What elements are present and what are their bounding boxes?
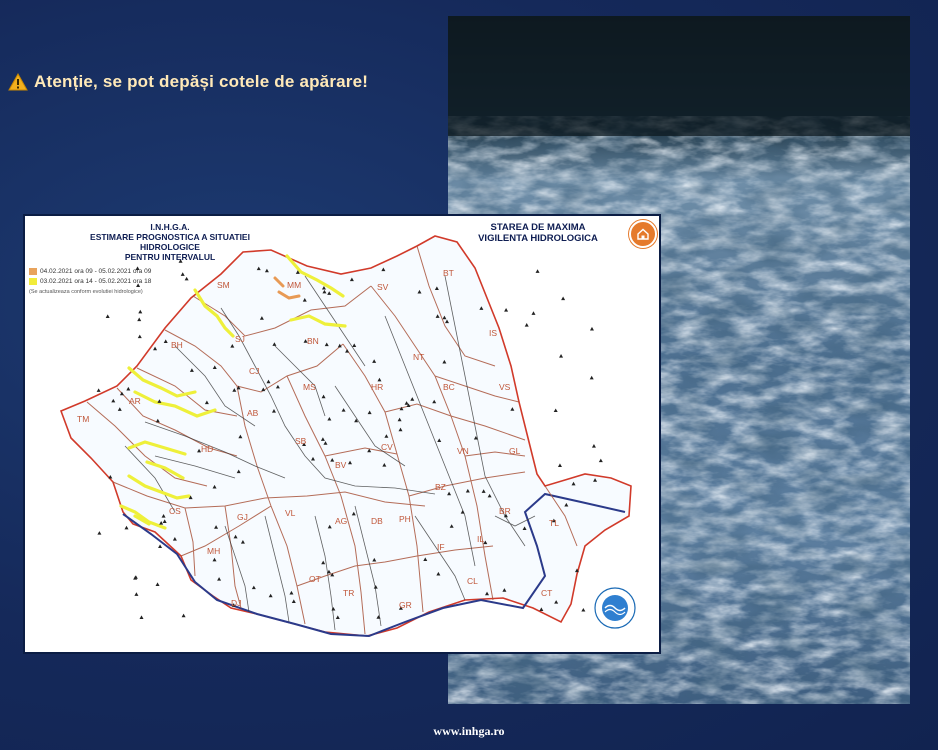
county-label: HD — [201, 444, 214, 454]
county-label: NT — [413, 352, 425, 362]
legend-label-yellow: 03.02.2021 ora 14 - 05.02.2021 ora 18 — [40, 277, 152, 285]
county-label: BR — [499, 506, 511, 516]
county-label: MM — [287, 280, 302, 290]
county-label: BV — [335, 460, 347, 470]
hydrological-forecast-map: I.N.H.G.A. ESTIMARE PROGNOSTICA A SITUAT… — [24, 215, 660, 653]
home-button[interactable] — [629, 220, 657, 248]
county-label: BT — [443, 268, 454, 278]
county-label: GR — [399, 600, 412, 610]
map-title: I.N.H.G.A. ESTIMARE PROGNOSTICA A SITUAT… — [65, 222, 275, 262]
county-label: TM — [77, 414, 90, 424]
map-org: I.N.H.G.A. — [150, 222, 190, 232]
county-label: IS — [489, 328, 498, 338]
footer-url[interactable]: www.inhga.ro — [0, 724, 938, 739]
legend-swatch-orange — [29, 267, 37, 275]
county-label: DB — [371, 516, 383, 526]
county-label: TR — [343, 588, 355, 598]
county-label: IF — [437, 542, 445, 552]
county-label: CV — [381, 442, 393, 452]
county-label: CS — [169, 506, 181, 516]
county-label: IL — [477, 534, 485, 544]
county-label: SV — [377, 282, 389, 292]
county-label: CT — [541, 588, 553, 598]
county-label: BH — [171, 340, 183, 350]
county-label: BN — [307, 336, 319, 346]
county-label: TL — [549, 518, 559, 528]
county-label: BZ — [435, 482, 446, 492]
county-label: PH — [399, 514, 411, 524]
home-icon — [637, 228, 649, 240]
county-label: AR — [129, 396, 141, 406]
legend-label-orange: 04.02.2021 ora 09 - 05.02.2021 ora 09 — [40, 267, 152, 275]
county-label: OT — [309, 574, 321, 584]
county-label: SJ — [235, 334, 245, 344]
legend-swatch-yellow — [29, 277, 37, 285]
county-label: MS — [303, 382, 316, 392]
county-label: BC — [443, 382, 455, 392]
county-label: SB — [295, 436, 307, 446]
county-label: VS — [499, 382, 511, 392]
county-label: CJ — [249, 366, 260, 376]
status-line1: STAREA DE MAXIMA — [490, 222, 586, 233]
legend-item-yellow: 03.02.2021 ora 14 - 05.02.2021 ora 18 — [29, 276, 151, 286]
county-label: AG — [335, 516, 348, 526]
county-label: GJ — [237, 512, 248, 522]
county-label: HR — [371, 382, 384, 392]
warning-triangle-icon — [8, 72, 28, 91]
alert-banner: Atenție, se pot depăși cotele de apărare… — [8, 72, 368, 92]
map-status: STAREA DE MAXIMA VIGILENTA HIDROLOGICA — [453, 222, 623, 244]
map-legend: 04.02.2021 ora 09 - 05.02.2021 ora 09 03… — [29, 266, 151, 295]
map-title-line2: PENTRU INTERVALUL — [124, 252, 216, 262]
alert-text: Atenție, se pot depăși cotele de apărare… — [34, 72, 369, 91]
inhga-logo — [594, 587, 636, 629]
legend-item-orange: 04.02.2021 ora 09 - 05.02.2021 ora 09 — [29, 266, 151, 276]
county-label: AB — [247, 408, 259, 418]
county-label: VL — [285, 508, 296, 518]
county-label: MH — [207, 546, 221, 556]
county-label: VN — [457, 446, 469, 456]
county-label: GL — [509, 446, 521, 456]
status-line2: VIGILENTA HIDROLOGICA — [478, 233, 598, 244]
map-title-line1: ESTIMARE PROGNOSTICA A SITUATIEI HIDROLO… — [90, 232, 250, 252]
legend-note: (Se actualizeaza conform evolutiei hidro… — [29, 289, 143, 295]
county-label: CL — [467, 576, 478, 586]
county-label: SM — [217, 280, 230, 290]
county-label: DJ — [231, 598, 242, 608]
